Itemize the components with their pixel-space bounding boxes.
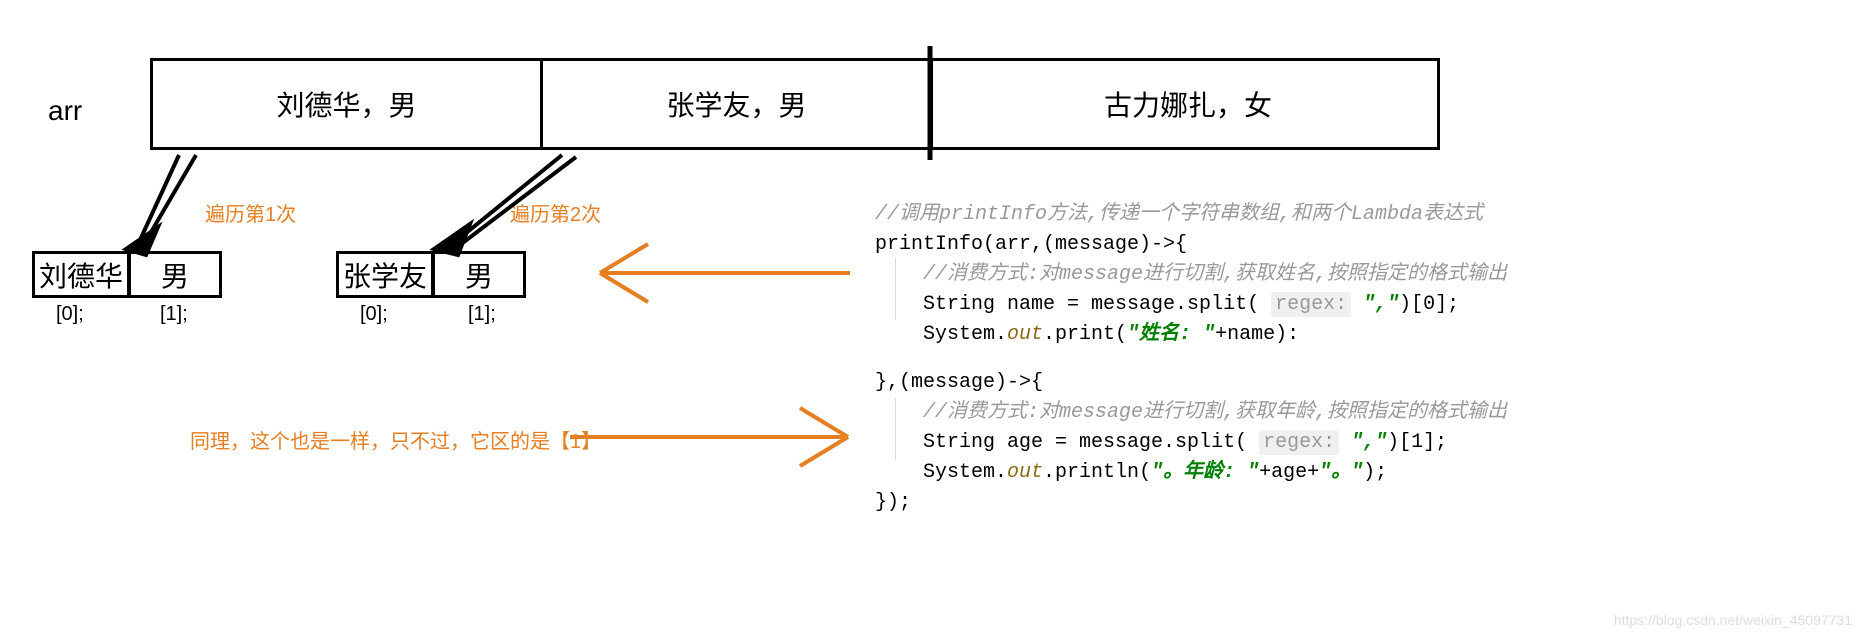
bottom-note: 同理，这个也是一样，只不过，它区的是【1】	[190, 425, 601, 454]
code-out-2: out	[1007, 461, 1043, 484]
indent-guide-1	[895, 258, 896, 320]
iter1-cell-0: 刘德华	[32, 251, 130, 298]
array-cell-0: 刘德华，男	[153, 61, 543, 147]
code-out-1: out	[1007, 323, 1043, 346]
array-cell-2: 古力娜扎，女	[933, 61, 1443, 147]
code-mid: },(message)->{	[875, 371, 1043, 394]
code-end: });	[875, 491, 911, 514]
code-l2-age-b: )[1];	[1387, 431, 1447, 454]
iter1-cell-1: 男	[128, 251, 222, 298]
code-l2-age-a: String age = message.split(	[923, 431, 1247, 454]
code-comment-top: //调用printInfo方法,传递一个字符串数组,和两个Lambda表达式	[875, 203, 1483, 226]
regex-hint-1: regex:	[1271, 292, 1351, 317]
iter1-idx-0: [0];	[56, 303, 84, 326]
iter2-idx-1: [1];	[468, 303, 496, 326]
code-l1-print-str: "姓名: "	[1127, 323, 1215, 346]
code-comment-lambda1: //消费方式:对message进行切割,获取姓名,按照指定的格式输出	[923, 263, 1507, 286]
arr-label: arr	[48, 95, 82, 127]
code-l2-print-str2: "。"	[1319, 461, 1363, 484]
iter1-idx-1: [1];	[160, 303, 188, 326]
iter2-cell-1: 男	[432, 251, 526, 298]
iter1-label: 遍历第1次	[205, 198, 296, 227]
watermark: https://blog.csdn.net/weixin_45097731	[1614, 612, 1852, 628]
code-l2-print-c: +age+	[1259, 461, 1319, 484]
regex-hint-2: regex:	[1259, 430, 1339, 455]
code-l1-name-b: )[0];	[1399, 293, 1459, 316]
code-l1-print-b: .print(	[1043, 323, 1127, 346]
code-l2-print-str: "。年龄: "	[1151, 461, 1259, 484]
code-block: //调用printInfo方法,传递一个字符串数组,和两个Lambda表达式 p…	[875, 200, 1507, 350]
code-l1-name-a: String name = message.split(	[923, 293, 1259, 316]
code-split-arg-2: ","	[1351, 431, 1387, 454]
code-l2-print-d: );	[1363, 461, 1387, 484]
code-split-arg-1: ","	[1363, 293, 1399, 316]
code-l1-print-a: System.	[923, 323, 1007, 346]
code-l2-print-b: .println(	[1043, 461, 1151, 484]
code-l1-print-c: +name):	[1215, 323, 1299, 346]
code-call: printInfo(arr,(message)->{	[875, 233, 1187, 256]
indent-guide-2	[895, 398, 896, 460]
code-block-2: },(message)->{ //消费方式:对message进行切割,获取年龄,…	[875, 368, 1507, 518]
diagram-root: arr 刘德华，男 张学友，男 古力娜扎，女 刘德华 男 [0]; [1]; 遍…	[0, 0, 1862, 634]
array-box: 刘德华，男 张学友，男 古力娜扎，女	[150, 58, 1440, 150]
code-comment-lambda2: //消费方式:对message进行切割,获取年龄,按照指定的格式输出	[923, 401, 1507, 424]
iter2-idx-0: [0];	[360, 303, 388, 326]
iter2-cell-0: 张学友	[336, 251, 434, 298]
iter2-label: 遍历第2次	[510, 198, 601, 227]
array-cell-1: 张学友，男	[543, 61, 933, 147]
code-l2-print-a: System.	[923, 461, 1007, 484]
